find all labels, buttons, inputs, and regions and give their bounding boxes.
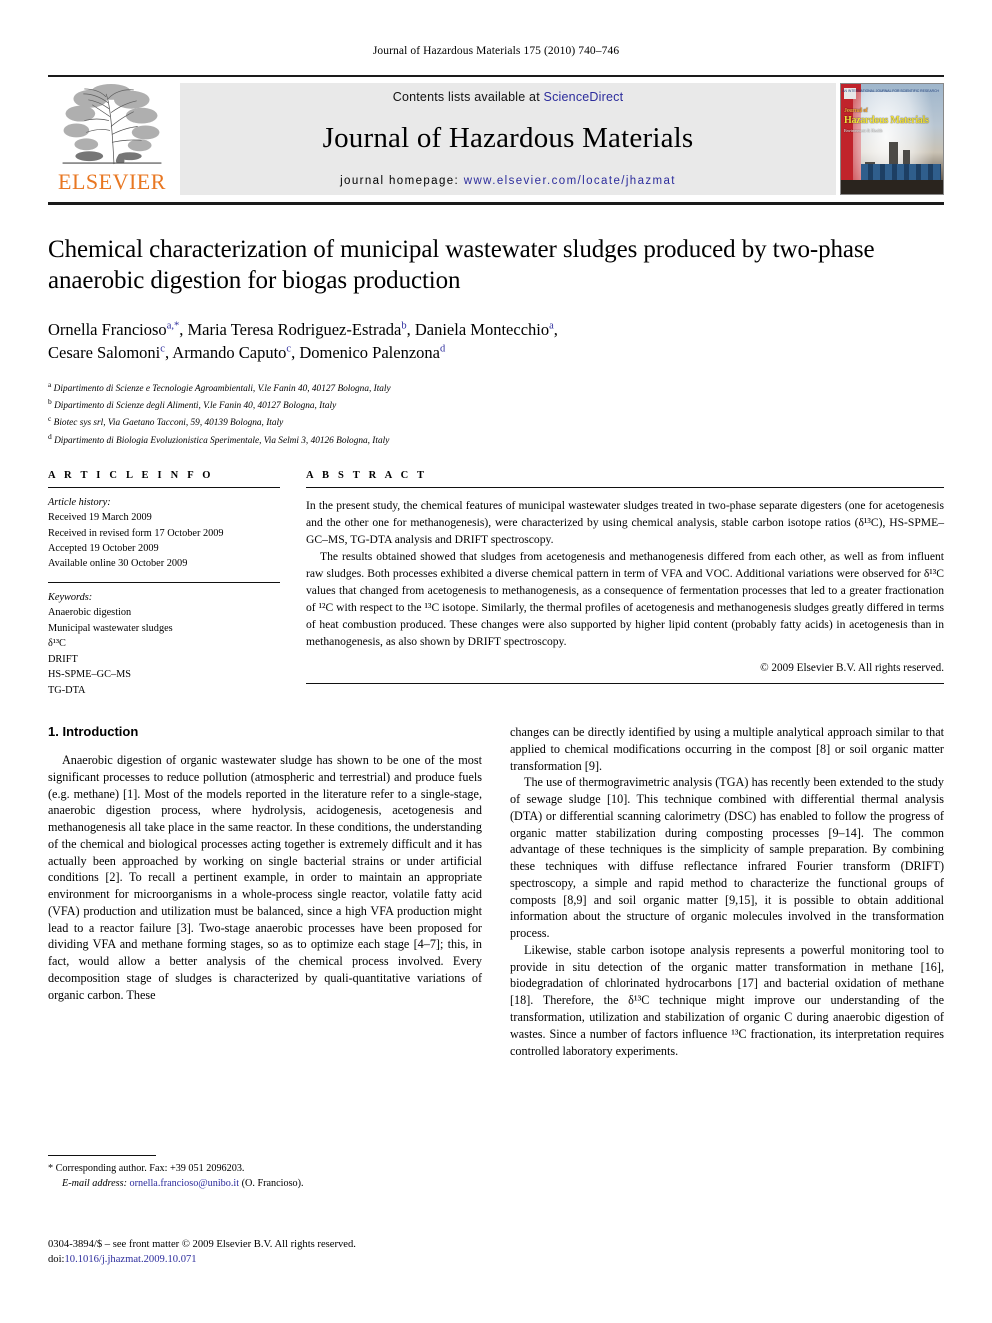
abstract-bottom-rule — [306, 683, 944, 684]
keyword-item: DRIFT — [48, 653, 78, 665]
running-head: Journal of Hazardous Materials 175 (2010… — [372, 45, 620, 57]
cover-drums — [861, 164, 941, 180]
email-label: E-mail address: — [62, 1177, 127, 1189]
keywords-label: Keywords: — [48, 591, 93, 603]
masthead-center-band: Contents lists available at ScienceDirec… — [180, 83, 836, 195]
keywords-list: Keywords: Anaerobic digestion Municipal … — [48, 583, 280, 698]
keyword-item: δ¹³C — [48, 638, 66, 650]
body-column-left: 1. Introduction Anaerobic digestion of o… — [48, 724, 482, 1059]
sciencedirect-link[interactable]: ScienceDirect — [544, 90, 624, 104]
author-name: Ornella Francioso — [48, 320, 167, 339]
journal-title: Journal of Hazardous Materials — [322, 121, 694, 154]
contents-prefix: Contents lists available at — [392, 89, 544, 104]
introduction-left-text: Anaerobic digestion of organic wastewate… — [48, 752, 482, 1003]
affiliation-text: Dipartimento di Scienze e Tecnologie Agr… — [53, 383, 391, 394]
doi-line: doi:10.1016/j.jhazmat.2009.10.071 — [48, 1252, 508, 1267]
affiliation-mark: d — [48, 431, 52, 441]
keyword-item: Municipal wastewater sludges — [48, 622, 173, 634]
abstract-heading: A B S T R A C T — [306, 469, 428, 481]
affiliation-mark: a — [48, 379, 52, 389]
author-marks: c — [286, 343, 292, 355]
affiliation-list: a Dipartimento di Scienze e Tecnologie A… — [48, 379, 944, 448]
doi-link[interactable]: 10.1016/j.jhazmat.2009.10.071 — [64, 1254, 196, 1265]
abstract-body: In the present study, the chemical featu… — [306, 488, 944, 650]
title-block: Chemical characterization of municipal w… — [48, 235, 944, 448]
cover-tagline: AN INTERNATIONAL JOURNAL FOR SCIENTIFIC … — [842, 89, 939, 93]
issn-front-matter: 0304-3894/$ – see front matter © 2009 El… — [48, 1239, 356, 1250]
history-item: Received in revised form 17 October 2009 — [48, 527, 224, 539]
page-title: Chemical characterization of municipal w… — [48, 236, 875, 294]
history-item: Received 19 March 2009 — [48, 512, 152, 524]
keyword-item: Anaerobic digestion — [48, 607, 132, 619]
paper-page: Journal of Hazardous Materials 175 (2010… — [0, 0, 992, 1323]
author-name: Daniela Montecchio — [414, 320, 550, 339]
copyright-notice: © 2009 Elsevier B.V. All rights reserved… — [760, 662, 944, 674]
author-name: Maria Teresa Rodriguez-Estrada — [187, 320, 402, 339]
history-item: Accepted 19 October 2009 — [48, 543, 159, 555]
author-marks: a — [549, 320, 554, 332]
paragraph: Likewise, stable carbon isotope analysis… — [510, 942, 944, 1058]
contents-available-line: Contents lists available at ScienceDirec… — [393, 90, 624, 104]
history-item: Available online 30 October 2009 — [48, 558, 188, 570]
author-marks: a,* — [166, 320, 180, 332]
email-link[interactable]: ornella.francioso@unibo.it — [130, 1178, 240, 1189]
article-history-label: Article history: — [48, 496, 111, 508]
keyword-item: HS-SPME–GC–MS — [48, 669, 131, 681]
elsevier-tree-icon — [62, 83, 162, 165]
homepage-url-link[interactable]: www.elsevier.com/locate/jhazmat — [464, 175, 676, 187]
author-name: Armando Caputo — [172, 343, 287, 363]
affiliation-item: b Dipartimento di Scienze degli Alimenti… — [48, 396, 944, 413]
corresponding-author-note: * Corresponding author. Fax: +39 051 209… — [48, 1162, 478, 1192]
corresponding-author-line: * Corresponding author. Fax: +39 051 209… — [48, 1163, 245, 1174]
journal-masthead: ELSEVIER Contents lists available at Sci… — [48, 75, 944, 195]
footnote-block: * Corresponding author. Fax: +39 051 209… — [48, 1155, 478, 1192]
author-marks: c — [160, 343, 165, 355]
email-suffix: (O. Francioso). — [241, 1177, 304, 1189]
paragraph: Anaerobic digestion of organic wastewate… — [48, 752, 482, 1002]
journal-homepage-line: journal homepage: www.elsevier.com/locat… — [340, 175, 676, 187]
author-marks: b — [401, 320, 407, 332]
info-abstract-block: A R T I C L E I N F O Article history: R… — [48, 470, 944, 698]
author-name: Domenico Palenzona — [299, 343, 440, 363]
introduction-right-text: changes can be directly identified by us… — [510, 724, 944, 1059]
homepage-prefix: journal homepage: — [340, 174, 464, 187]
article-history: Article history: Received 19 March 2009 … — [48, 488, 280, 572]
cover-title: Journal of Hazardous Materials Environme… — [844, 106, 929, 136]
affiliation-item: c Biotec sys srl, Via Gaetano Tacconi, 5… — [48, 413, 944, 430]
paragraph: changes can be directly identified by us… — [510, 724, 944, 773]
elsevier-logo: ELSEVIER — [48, 83, 176, 195]
imprint-block: 0304-3894/$ – see front matter © 2009 El… — [48, 1237, 508, 1268]
footnote-rule — [48, 1155, 156, 1156]
abstract-paragraph: The results obtained showed that sludges… — [306, 549, 944, 648]
affiliation-mark: c — [48, 414, 52, 424]
article-info-heading: A R T I C L E I N F O — [48, 469, 214, 481]
abstract-column: A B S T R A C T In the present study, th… — [306, 470, 944, 698]
cover-title-line5: Environment & Health — [844, 128, 883, 133]
email-line: E-mail address: ornella.francioso@unibo.… — [48, 1177, 478, 1192]
cover-top-text: AN INTERNATIONAL JOURNAL FOR SCIENTIFIC … — [842, 89, 939, 93]
paragraph: The use of thermogravimetric analysis (T… — [510, 775, 944, 941]
affiliation-item: a Dipartimento di Scienze e Tecnologie A… — [48, 379, 944, 396]
body-column-right: changes can be directly identified by us… — [510, 724, 944, 1059]
masthead-bottom-rule — [48, 202, 944, 205]
author-marks: d — [440, 343, 446, 355]
doi-label: doi: — [48, 1254, 65, 1266]
affiliation-text: Dipartimento di Scienze degli Alimenti, … — [54, 401, 337, 412]
cover-title-line2: Hazardous — [844, 115, 888, 126]
affiliation-mark: b — [48, 397, 52, 407]
cover-title-line3: Materials — [890, 115, 929, 126]
body-columns: 1. Introduction Anaerobic digestion of o… — [48, 724, 944, 1059]
section-heading-introduction: 1. Introduction — [48, 723, 139, 739]
cover-ground — [841, 180, 943, 194]
author-list: Ornella Franciosoa,*, Maria Teresa Rodri… — [48, 320, 558, 363]
affiliation-item: d Dipartimento di Biologia Evoluzionisti… — [48, 431, 944, 448]
elsevier-wordmark: ELSEVIER — [58, 169, 166, 194]
keyword-item: TG-DTA — [48, 684, 86, 696]
author-name: Cesare Salomoni — [48, 343, 161, 363]
journal-cover-thumbnail: AN INTERNATIONAL JOURNAL FOR SCIENTIFIC … — [840, 83, 944, 195]
article-info-column: A R T I C L E I N F O Article history: R… — [48, 470, 280, 698]
affiliation-text: Biotec sys srl, Via Gaetano Tacconi, 59,… — [53, 418, 284, 429]
abstract-paragraph: In the present study, the chemical featu… — [306, 498, 944, 546]
affiliation-text: Dipartimento di Biologia Evoluzionistica… — [54, 435, 390, 446]
